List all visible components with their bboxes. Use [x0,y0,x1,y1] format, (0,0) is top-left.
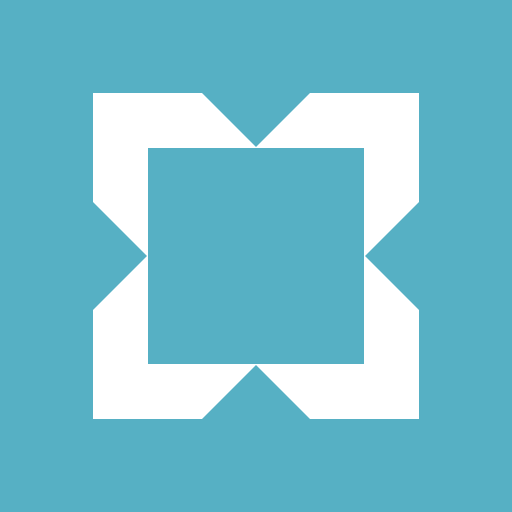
app-logo-icon [0,0,512,512]
icon-background [0,0,512,512]
app-icon [0,0,512,512]
